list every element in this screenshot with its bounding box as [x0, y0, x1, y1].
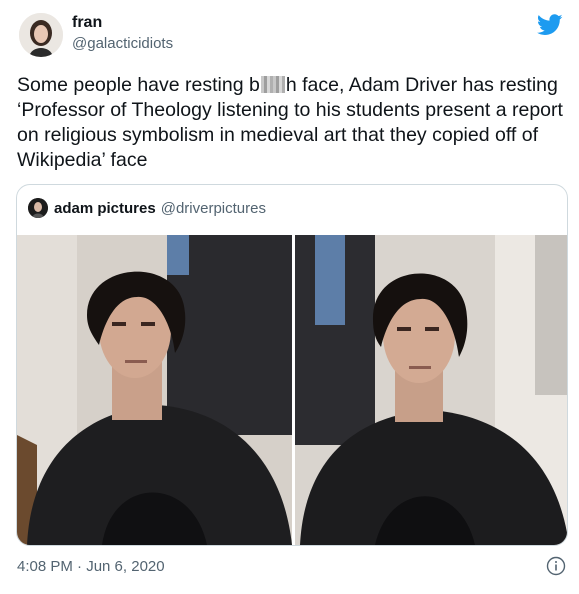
censor-pixelation: [260, 76, 285, 93]
quoted-author-avatar[interactable]: [28, 198, 48, 218]
author-avatar[interactable]: [19, 13, 63, 57]
quoted-photo-1[interactable]: [17, 235, 292, 545]
quoted-photo-2[interactable]: [295, 235, 567, 545]
quoted-author-name[interactable]: adam pictures: [54, 200, 156, 217]
quoted-tweet[interactable]: adam pictures @driverpictures: [16, 184, 568, 546]
author-handle[interactable]: @galacticidiots: [72, 35, 173, 52]
author-name[interactable]: fran: [72, 14, 102, 32]
twitter-bird-icon: [537, 14, 563, 35]
tweet-text: Some people have resting bh face, Adam D…: [17, 73, 569, 173]
quoted-tweet-header: adam pictures @driverpictures: [28, 198, 266, 218]
tweet-text-start: Some people have resting b: [17, 74, 260, 96]
info-icon[interactable]: [546, 556, 566, 576]
quoted-author-handle[interactable]: @driverpictures: [161, 200, 266, 217]
tweet-timestamp[interactable]: 4:08 PM · Jun 6, 2020: [17, 558, 165, 575]
